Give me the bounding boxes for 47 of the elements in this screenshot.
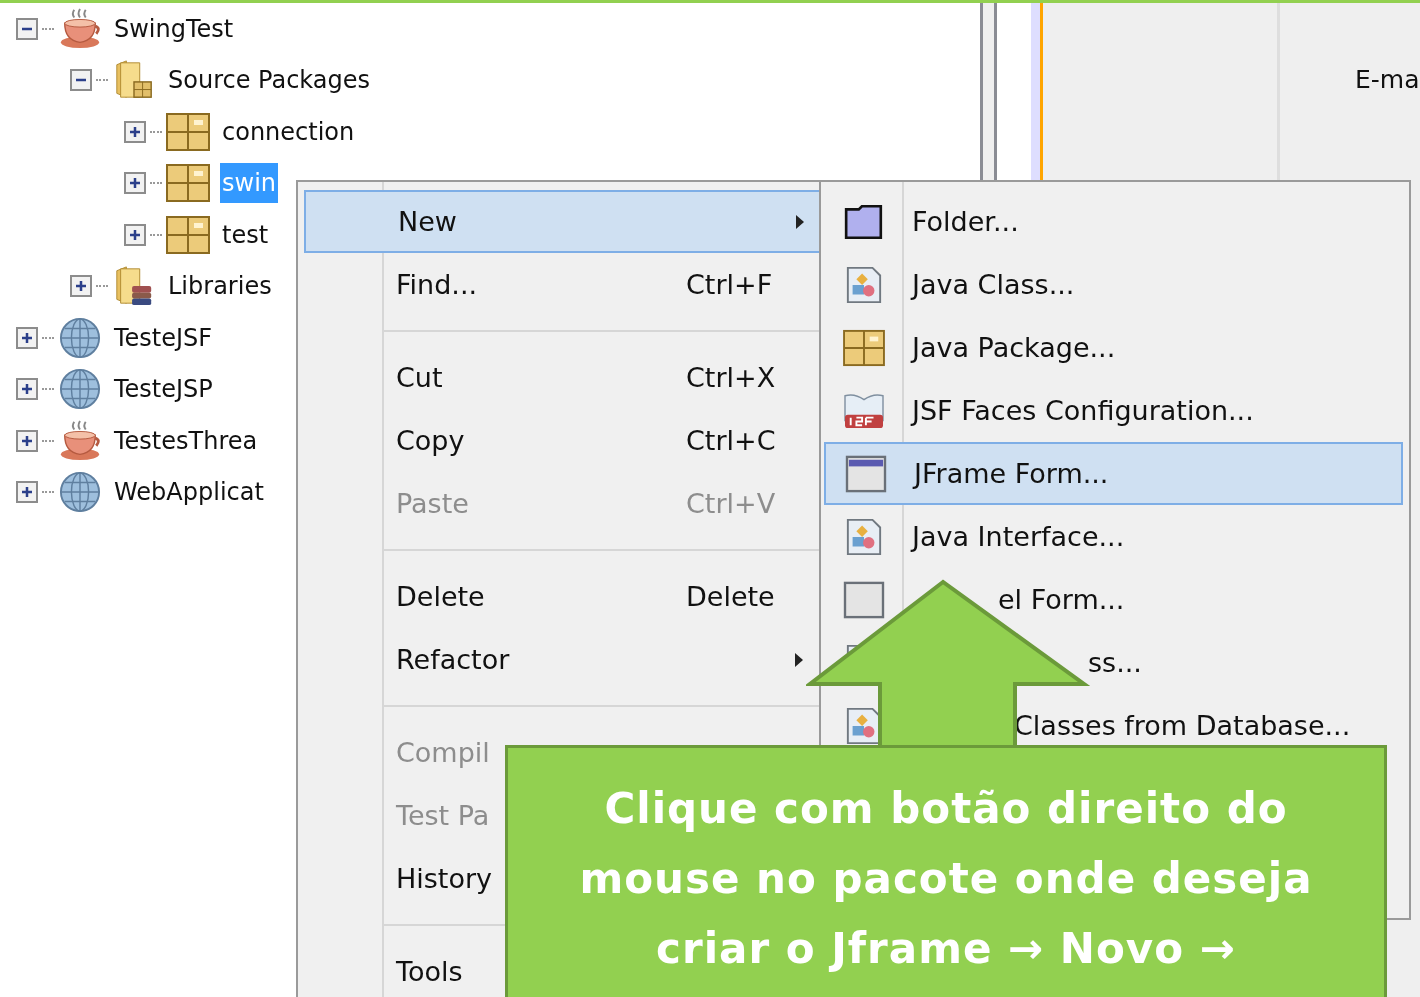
collapse-icon[interactable] [16, 17, 38, 40]
coffee-cup-icon [58, 7, 102, 50]
menu-item[interactable]: JFrame Form... [824, 442, 1403, 505]
expand-icon[interactable] [16, 429, 38, 452]
folder-icon [843, 202, 885, 241]
expand-icon[interactable] [16, 481, 38, 504]
tree-item[interactable]: Libraries [166, 266, 274, 307]
menu-item[interactable]: Java Package... [824, 316, 1403, 379]
expand-icon[interactable] [124, 223, 146, 246]
menu-item[interactable]: Java Class... [824, 253, 1403, 316]
menu-item[interactable]: el Form... [824, 568, 1403, 631]
globe-icon [58, 368, 102, 411]
tree-item[interactable]: WebApplicat [112, 472, 266, 513]
tree-item[interactable]: TesteJSF [112, 317, 215, 358]
globe-icon [58, 471, 102, 514]
callout-text: Clique com botão direito do mouse no pacote onde deseja criar o Jframe → Novo → [578, 783, 1314, 975]
tree-item[interactable]: Source Packages [166, 60, 373, 101]
collapse-icon[interactable] [70, 69, 92, 92]
package-icon [166, 213, 210, 256]
package-icon [166, 110, 210, 153]
panel-icon [843, 580, 885, 619]
window-icon [845, 454, 887, 493]
expand-icon[interactable] [124, 120, 146, 143]
jsf-book-icon [843, 391, 885, 430]
expand-icon[interactable] [70, 275, 92, 298]
tree-item[interactable]: TestesThrea [112, 420, 260, 461]
menu-item[interactable]: Java Interface... [824, 505, 1403, 568]
expand-icon[interactable] [16, 378, 38, 401]
tree-item[interactable]: TesteJSP [112, 369, 215, 410]
tree-item[interactable]: SwingTest [112, 8, 236, 49]
menu-item[interactable]: Find... Ctrl+F [304, 253, 819, 316]
globe-icon [58, 316, 102, 359]
menu-item[interactable]: JSF Faces Configuration... [824, 379, 1403, 442]
expand-icon[interactable] [124, 172, 146, 195]
tree-item[interactable]: connection [220, 111, 357, 152]
package-icon [166, 162, 210, 205]
menu-item[interactable]: Delete Delete [304, 565, 819, 628]
menu-item[interactable]: New [304, 190, 822, 253]
column-header-text: E-ma [1355, 65, 1420, 94]
menu-item[interactable]: Copy Ctrl+C [304, 409, 819, 472]
coffee-cup-icon [58, 419, 102, 462]
package-icon [843, 328, 885, 367]
menu-item[interactable]: Cut Ctrl+X [304, 346, 819, 409]
expand-icon[interactable] [16, 326, 38, 349]
tree-item[interactable]: test [220, 214, 271, 255]
menu-item[interactable]: Refactor [304, 628, 819, 691]
menu-item[interactable]: Folder... [824, 190, 1403, 253]
